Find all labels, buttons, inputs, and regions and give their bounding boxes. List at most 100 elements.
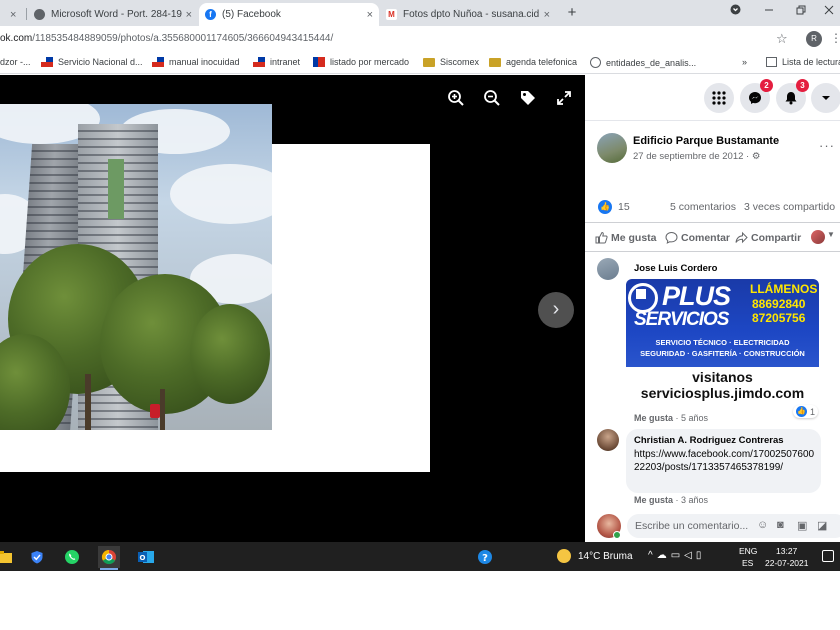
- tab-title: Fotos dpto Ñuñoa - susana.cid.e: [403, 9, 540, 20]
- bookmarks-bar: dzor -... Servicio Nacional d... manual …: [0, 52, 840, 74]
- weather-icon[interactable]: [557, 549, 571, 563]
- battery-icon[interactable]: ▯: [696, 550, 706, 561]
- close-window-icon[interactable]: [818, 2, 840, 22]
- commenter-name[interactable]: Christian A. Rodriguez Contreras: [634, 435, 784, 446]
- tab-gmail[interactable]: M Fotos dpto Ñuñoa - susana.cid.e ×: [380, 3, 556, 26]
- zoom-out-icon[interactable]: [483, 89, 501, 107]
- bookmark-item[interactable]: agenda telefonica: [489, 57, 577, 67]
- post-options-icon[interactable]: ···: [819, 138, 835, 153]
- bookmarks-overflow-button[interactable]: »: [742, 57, 747, 67]
- emoji-icon[interactable]: ☺: [757, 519, 768, 531]
- reading-list-icon: [766, 57, 777, 67]
- sticker-icon[interactable]: ◪: [817, 519, 827, 532]
- bookmark-item[interactable]: manual inocuidad: [152, 57, 240, 67]
- comment-reaction-count[interactable]: 👍 1: [793, 405, 819, 418]
- tab-word[interactable]: Microsoft Word - Port. 284-19_P ×: [28, 3, 198, 26]
- globe-icon: [34, 9, 45, 20]
- ad-visit: visitanos: [692, 369, 753, 385]
- reading-list-button[interactable]: Lista de lectura: [766, 57, 840, 67]
- clock-date[interactable]: 22-07-2021: [765, 558, 808, 568]
- bookmark-star-icon[interactable]: ☆: [776, 31, 788, 47]
- clock-time[interactable]: 13:27: [776, 546, 797, 556]
- comment-time: · 3 años: [673, 495, 709, 505]
- like-button[interactable]: Me gusta: [595, 231, 657, 244]
- kebab-menu-icon[interactable]: ⋮: [830, 31, 840, 45]
- post-date[interactable]: 27 de septiembre de 2012 · ⚙: [633, 151, 760, 162]
- menu-grid-button[interactable]: [704, 83, 734, 113]
- notification-center-icon[interactable]: [822, 550, 834, 562]
- url-text[interactable]: ok.com/118535484889059/photos/a.35568000…: [0, 33, 333, 44]
- comment-image[interactable]: PLUS SERVICIOS LLÁMENOS 88692840 8720575…: [626, 279, 819, 405]
- whatsapp-icon[interactable]: [61, 546, 83, 568]
- comment-button[interactable]: Comentar: [665, 231, 730, 244]
- share-as-avatar[interactable]: [811, 230, 825, 244]
- commenter-avatar[interactable]: [597, 429, 619, 451]
- gif-icon[interactable]: ▣: [797, 519, 807, 532]
- weather-widget[interactable]: 14°C Bruma: [578, 551, 633, 562]
- close-icon[interactable]: ×: [10, 9, 16, 21]
- bookmark-item[interactable]: listado por mercado: [313, 57, 409, 67]
- comment-count[interactable]: 5 comentarios: [670, 201, 736, 213]
- comment-bubble: Christian A. Rodriguez Contreras https:/…: [626, 429, 821, 493]
- tag-icon[interactable]: [519, 89, 537, 107]
- bookmark-item[interactable]: Siscomex: [423, 57, 479, 67]
- volume-icon[interactable]: ◁: [684, 550, 696, 561]
- post-author[interactable]: Edificio Parque Bustamante: [633, 135, 779, 147]
- account-menu-button[interactable]: [811, 83, 840, 113]
- commenter-name[interactable]: Jose Luis Cordero: [634, 263, 717, 274]
- help-icon[interactable]: ?: [474, 546, 496, 568]
- close-icon[interactable]: ×: [544, 9, 550, 21]
- messenger-button[interactable]: 2: [740, 79, 773, 113]
- fullscreen-icon[interactable]: [555, 89, 573, 107]
- comment-like-link[interactable]: Me gusta: [634, 495, 673, 505]
- comment-link[interactable]: https://www.facebook.com/170025076002220…: [634, 448, 819, 474]
- close-icon[interactable]: ×: [186, 9, 192, 21]
- comment-input[interactable]: Escribe un comentario... ☺ ◙ ▣ ◪: [627, 514, 840, 538]
- bookmark-item[interactable]: dzor -...: [0, 57, 31, 67]
- bookmark-item[interactable]: Servicio Nacional d...: [41, 57, 143, 67]
- tab-search-icon[interactable]: [724, 2, 746, 22]
- ad-services-line: SERVICIO TÉCNICO · ELECTRICIDAD: [655, 338, 790, 347]
- ad-brand-bottom: SERVICIOS: [634, 309, 729, 330]
- outlook-icon[interactable]: O: [135, 546, 157, 568]
- camera-icon[interactable]: ◙: [777, 519, 784, 531]
- tab-facebook[interactable]: f (5) Facebook ×: [199, 3, 379, 26]
- page-avatar[interactable]: [597, 133, 627, 163]
- profile-avatar[interactable]: R: [806, 31, 822, 47]
- flag-icon: [313, 57, 325, 67]
- system-tray[interactable]: ^☁▭◁▯: [648, 550, 705, 561]
- share-count[interactable]: 3 veces compartido: [744, 201, 835, 213]
- chevron-up-icon[interactable]: ^: [648, 550, 657, 561]
- close-icon[interactable]: ×: [367, 9, 373, 21]
- network-icon[interactable]: ▭: [671, 550, 684, 561]
- chrome-icon[interactable]: [98, 546, 120, 570]
- keyboard-layout[interactable]: ES: [742, 558, 753, 568]
- address-bar[interactable]: ok.com/118535484889059/photos/a.35568000…: [0, 26, 840, 52]
- chile-flag-icon: [41, 57, 53, 67]
- reaction-count[interactable]: 15: [618, 201, 630, 213]
- bookmark-label: entidades_de_analis...: [606, 57, 697, 68]
- restore-icon[interactable]: [790, 2, 812, 22]
- tab-partial[interactable]: ×: [0, 3, 26, 26]
- commenter-avatar[interactable]: [597, 258, 619, 280]
- grid-icon: [712, 91, 726, 105]
- thumbs-up-icon: [595, 231, 608, 244]
- bookmark-item[interactable]: entidades_de_analis...: [590, 57, 696, 68]
- new-tab-button[interactable]: +: [563, 3, 581, 23]
- chile-flag-icon: [152, 57, 164, 67]
- zoom-in-icon[interactable]: [447, 89, 465, 107]
- comment-time: · 5 años: [673, 413, 709, 423]
- file-explorer-icon[interactable]: [0, 546, 16, 568]
- next-photo-button[interactable]: ›: [538, 292, 574, 328]
- cloud-icon[interactable]: ☁: [657, 550, 671, 561]
- bookmark-item[interactable]: intranet: [253, 57, 300, 67]
- caret-down-icon[interactable]: ▼: [827, 230, 835, 239]
- notifications-button[interactable]: 3: [776, 79, 809, 113]
- minimize-icon[interactable]: [758, 2, 780, 22]
- comment-like-link[interactable]: Me gusta: [634, 413, 673, 423]
- share-button[interactable]: Compartir: [735, 231, 801, 244]
- input-language[interactable]: ENG: [739, 546, 757, 556]
- building-photo[interactable]: [0, 104, 272, 430]
- bookmark-label: Siscomex: [440, 57, 480, 67]
- security-shield-icon[interactable]: [26, 546, 48, 568]
